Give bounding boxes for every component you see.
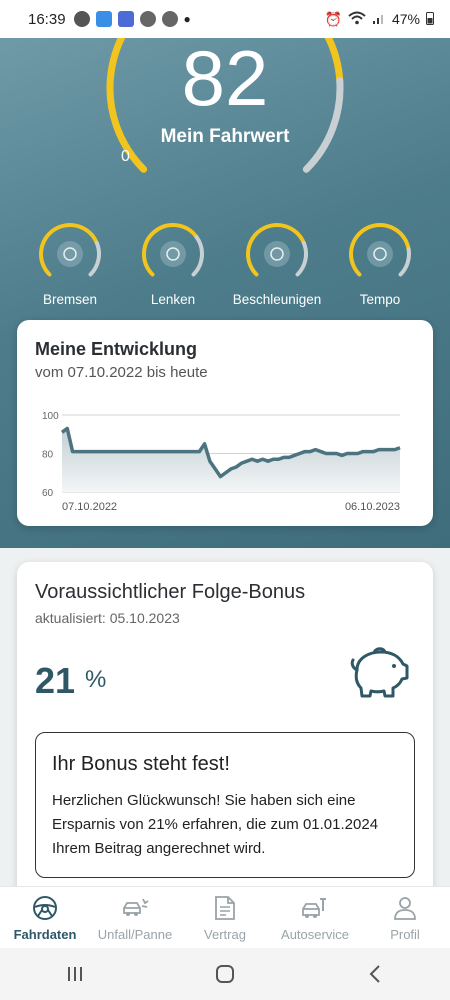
subscore-label: Tempo	[359, 292, 401, 307]
subscore-arc-track	[191, 234, 204, 277]
subscore-icon-bg	[264, 241, 290, 267]
chart-y-tick: 80	[42, 450, 54, 461]
bonus-info-box: Ihr Bonus steht fest! Herzlichen Glückwu…	[35, 732, 415, 878]
status-time: 16:39	[28, 10, 66, 28]
back-button[interactable]	[355, 959, 395, 989]
nav-fahrdaten[interactable]: Fahrdaten	[0, 887, 90, 948]
status-bar: 16:39 ● ⏰ 47%	[0, 0, 450, 38]
subscore-acceleration[interactable]: Beschleunigen	[224, 218, 330, 307]
nav-label: Autoservice	[281, 927, 349, 942]
subscore-steering[interactable]: Lenken	[121, 218, 225, 307]
subscore-icon-bg	[160, 241, 186, 267]
subscore-icon-bg	[367, 241, 393, 267]
nav-label: Unfall/Panne	[97, 927, 173, 942]
wifi-icon	[348, 11, 366, 28]
back-icon	[369, 965, 380, 983]
nav-vertrag[interactable]: Vertrag	[180, 887, 270, 948]
nav-unfall-panne[interactable]: Unfall/Panne	[90, 887, 180, 948]
subscore-label: Lenken	[150, 292, 196, 307]
rocket-icon	[246, 223, 308, 277]
battery-text: 47%	[391, 11, 420, 27]
speedometer-icon	[349, 223, 411, 277]
person-icon	[394, 897, 416, 920]
home-button[interactable]	[205, 959, 245, 989]
bonus-updated: aktualisiert: 05.10.2023	[35, 610, 180, 626]
recent-apps-icon	[68, 967, 82, 981]
chart-x-label-start: 07.10.2022	[62, 501, 117, 513]
chart-y-tick: 60	[42, 488, 54, 499]
sub-scores: Bremsen Lenken Beschleunigen Tempo	[0, 218, 450, 308]
chart-area	[62, 428, 400, 492]
app-icon	[95, 11, 112, 27]
bonus-value: 21	[35, 660, 76, 701]
system-navigation	[0, 948, 450, 1000]
development-card[interactable]: Meine Entwicklung vom 07.10.2022 bis heu…	[17, 320, 433, 526]
document-icon	[215, 896, 235, 920]
signal-icon	[372, 11, 386, 28]
chrome-icon	[139, 11, 156, 27]
car-service-icon	[302, 898, 326, 918]
nav-label: Profil	[390, 927, 420, 942]
subscore-icon-bg	[57, 241, 83, 267]
nav-profil[interactable]: Profil	[360, 887, 450, 948]
bottom-navigation: Fahrdaten Unfall/Panne Vertrag Autoservi…	[0, 886, 450, 948]
chart-x-label-end: 06.10.2023	[345, 501, 400, 513]
chat-icon	[73, 11, 90, 27]
recent-apps-button[interactable]	[55, 959, 95, 989]
nav-autoservice[interactable]: Autoservice	[270, 887, 360, 948]
play-icon	[117, 11, 134, 27]
subscore-arc-track	[398, 247, 411, 277]
more-dot-icon: ●	[183, 12, 191, 26]
score-value: 82	[181, 38, 269, 122]
bonus-unit: %	[85, 666, 107, 693]
bonus-card: Voraussichtlicher Folge-Bonus aktualisie…	[17, 562, 433, 902]
development-chart: 100 80 60 07.10.2022 06.10.2023	[42, 411, 401, 513]
piggy-bank-icon	[350, 647, 409, 698]
chrome-icon	[161, 11, 178, 27]
nav-label: Fahrdaten	[13, 927, 77, 942]
car-crash-icon	[123, 898, 149, 916]
home-icon	[216, 965, 234, 983]
chart-y-tick: 100	[42, 411, 59, 422]
battery-icon	[426, 11, 434, 28]
brake-icon	[39, 223, 101, 277]
subscore-arc-track	[88, 240, 101, 277]
alarm-icon: ⏰	[324, 10, 342, 27]
score-min-label: 0	[121, 148, 130, 165]
subscore-speed[interactable]: Tempo	[328, 218, 432, 307]
steering-wheel-icon	[33, 896, 57, 920]
subscore-brakes[interactable]: Bremsen	[18, 218, 122, 307]
subscore-label: Beschleunigen	[232, 292, 322, 307]
bonus-box-heading: Ihr Bonus steht fest!	[52, 753, 230, 775]
nav-label: Vertrag	[204, 927, 246, 942]
subscore-arc-track	[295, 240, 308, 277]
bonus-box-text: Herzlichen Glückwunsch! Sie haben sich e…	[52, 792, 379, 857]
subscore-label: Bremsen	[42, 292, 98, 307]
steering-icon	[142, 223, 204, 277]
bonus-title: Voraussichtlicher Folge-Bonus	[35, 581, 306, 603]
score-label: Mein Fahrwert	[160, 126, 290, 147]
